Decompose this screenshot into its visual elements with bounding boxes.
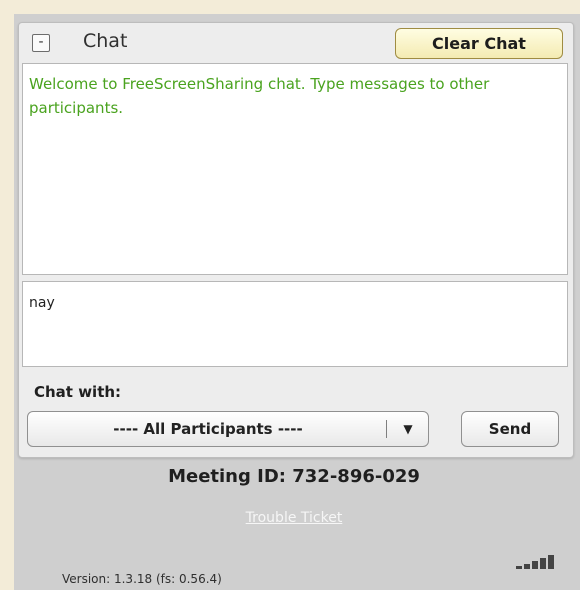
chat-title: Chat	[83, 30, 128, 52]
chat-message-input-text: nay	[29, 295, 55, 311]
welcome-message: Welcome to FreeScreenSharing chat. Type …	[29, 75, 490, 117]
chat-with-label: Chat with:	[34, 383, 122, 401]
select-divider	[386, 420, 387, 438]
signal-bar	[540, 558, 546, 569]
chat-message-log[interactable]: Welcome to FreeScreenSharing chat. Type …	[22, 63, 568, 275]
chat-message-input[interactable]: nay	[22, 281, 568, 367]
signal-strength-icon	[516, 555, 576, 569]
chevron-down-icon[interactable]: ▼	[396, 412, 420, 446]
version-text: Version: 1.3.18 (fs: 0.56.4)	[62, 572, 222, 586]
participant-select[interactable]: ---- All Participants ---- ▼	[27, 411, 429, 447]
signal-bar	[532, 561, 538, 569]
screen-sharing-app: - Chat Clear Chat Welcome to FreeScreenS…	[14, 14, 580, 590]
send-button[interactable]: Send	[461, 411, 559, 447]
clear-chat-button[interactable]: Clear Chat	[395, 28, 563, 59]
signal-bar	[516, 566, 522, 569]
participant-select-value: ---- All Participants ----	[113, 420, 303, 438]
signal-bar	[548, 555, 554, 569]
collapse-button[interactable]: -	[32, 34, 50, 52]
trouble-ticket-link[interactable]: Trouble Ticket	[14, 510, 574, 526]
chat-panel: - Chat Clear Chat Welcome to FreeScreenS…	[18, 22, 574, 458]
signal-bar	[524, 564, 530, 569]
meeting-id: Meeting ID: 732-896-029	[168, 466, 420, 487]
